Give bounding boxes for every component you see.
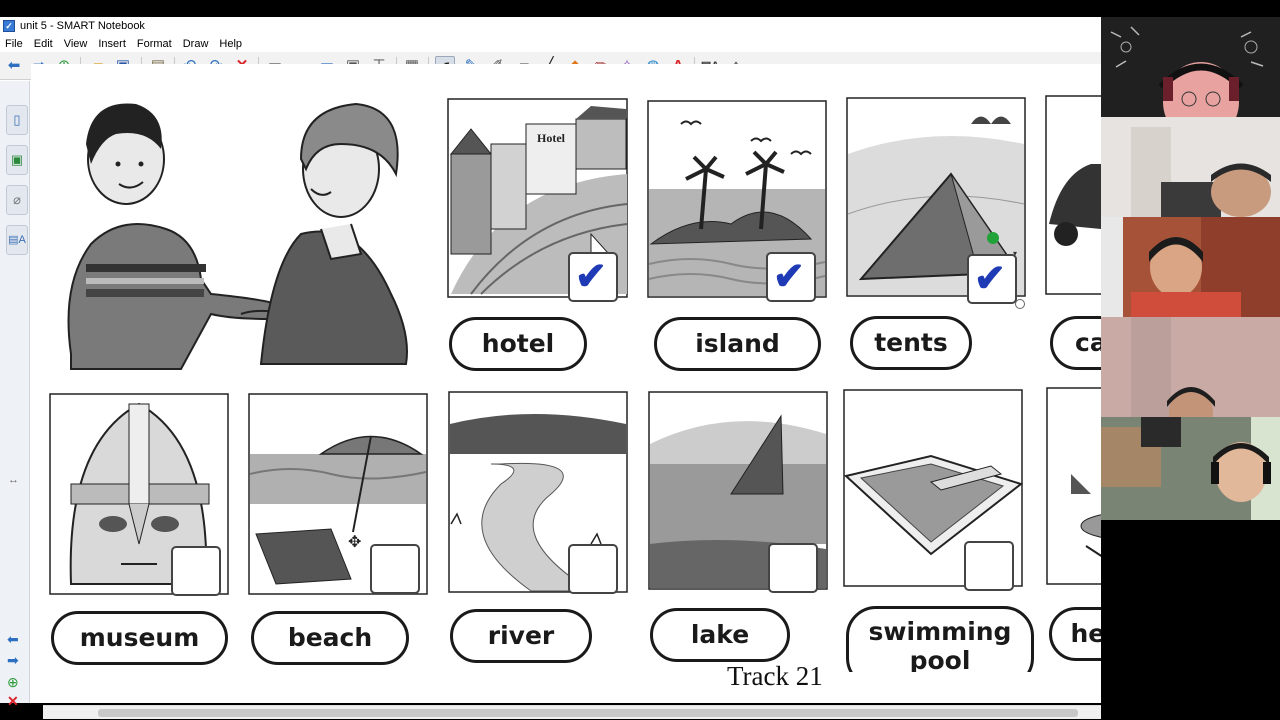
- side-tabs: ▯ ▣ ⌀ ▤A ↔ ⬅ ➡ ⊕ ✕: [0, 81, 30, 709]
- label-beach: beach: [251, 611, 409, 665]
- museum-checkbox[interactable]: [171, 546, 221, 596]
- river-checkbox[interactable]: [568, 544, 618, 594]
- video-tile-student-2[interactable]: [1101, 217, 1280, 317]
- gallery-tab[interactable]: ▣: [6, 145, 28, 175]
- menu-bar: File Edit View Insert Format Draw Help: [0, 35, 1101, 52]
- resize-handle-icon[interactable]: ↔: [8, 474, 19, 486]
- screen: ✓ unit 5 - SMART Notebook File Edit View…: [0, 0, 1280, 720]
- page-sorter-tab[interactable]: ▯: [6, 105, 28, 135]
- move-cursor-icon: ✥: [348, 534, 362, 551]
- label-hotel: hotel: [449, 317, 587, 371]
- video-panel-empty: [1101, 520, 1280, 703]
- label-swimming-pool: swimming pool: [846, 606, 1034, 672]
- menu-file[interactable]: File: [5, 38, 23, 50]
- menu-insert[interactable]: Insert: [98, 38, 126, 50]
- menu-draw[interactable]: Draw: [183, 38, 209, 50]
- label-tents: tents: [850, 316, 972, 370]
- delete-page-icon[interactable]: ✕: [7, 693, 19, 710]
- menu-help[interactable]: Help: [219, 38, 242, 50]
- notebook-page: Hotel ✔ ✔ ✔ hotel island tents ca museum…: [31, 64, 1101, 672]
- label-car-partial: ca: [1050, 316, 1101, 370]
- menu-view[interactable]: View: [64, 38, 88, 50]
- label-museum: museum: [51, 611, 228, 665]
- menu-arrow-icon[interactable]: ▾: [1013, 249, 1017, 258]
- properties-tab[interactable]: ▤A: [6, 225, 28, 255]
- island-checkbox[interactable]: ✔: [766, 252, 816, 302]
- menu-format[interactable]: Format: [137, 38, 172, 50]
- car-picture: [1045, 95, 1101, 295]
- horizontal-scrollbar[interactable]: [43, 705, 1101, 719]
- previous-page-icon[interactable]: ⬅: [7, 631, 19, 648]
- label-island: island: [654, 317, 821, 371]
- boys-illustration: [67, 102, 408, 370]
- menu-edit[interactable]: Edit: [34, 38, 53, 50]
- hotel-sign: Hotel: [537, 131, 566, 145]
- scroll-thumb[interactable]: [98, 709, 1078, 717]
- video-tile-teacher[interactable]: [1101, 17, 1280, 117]
- attachments-tab[interactable]: ⌀: [6, 185, 28, 215]
- tents-checkbox[interactable]: ✔: [967, 254, 1017, 304]
- green-handle[interactable]: [987, 232, 999, 244]
- label-lake: lake: [650, 608, 790, 662]
- video-call-panel: [1101, 17, 1280, 703]
- title-bar: ✓ unit 5 - SMART Notebook: [0, 17, 1101, 35]
- label-river: river: [450, 609, 592, 663]
- check-icon: ✔: [974, 258, 1006, 300]
- rotate-handle[interactable]: [1015, 299, 1025, 309]
- window-title: unit 5 - SMART Notebook: [20, 20, 145, 32]
- track-label: Track 21: [727, 661, 823, 691]
- check-icon: ✔: [773, 256, 805, 298]
- add-page-side-icon[interactable]: ⊕: [7, 674, 19, 691]
- video-tile-student-1[interactable]: [1101, 117, 1280, 217]
- beach-checkbox[interactable]: [370, 544, 420, 594]
- next-page-icon[interactable]: ➡: [7, 652, 19, 669]
- hotel-checkbox[interactable]: ✔: [568, 252, 618, 302]
- video-tile-student-4[interactable]: [1101, 417, 1280, 520]
- back-icon[interactable]: ⬅: [4, 56, 24, 76]
- swimming-pool-checkbox[interactable]: [964, 541, 1014, 591]
- check-icon: ✔: [575, 256, 607, 298]
- video-tile-student-3[interactable]: [1101, 317, 1280, 417]
- label-helicopter: helicopter: [1049, 607, 1101, 661]
- helicopter-picture: [1046, 387, 1101, 585]
- lake-checkbox[interactable]: [768, 543, 818, 593]
- smart-notebook-icon: ✓: [3, 20, 15, 32]
